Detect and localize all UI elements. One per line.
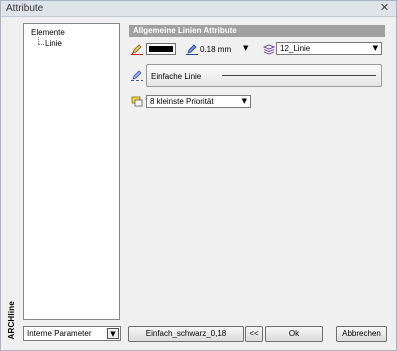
color-fill <box>149 46 173 52</box>
linestyle-preview <box>222 75 376 76</box>
element-tree: Elemente Linie <box>23 23 120 320</box>
tree-connector <box>38 37 39 44</box>
attribute-dialog: Attribute ✕ ARCHline Elemente Linie Allg… <box>0 0 397 351</box>
ok-button[interactable]: Ok <box>265 326 323 342</box>
tree-item-linie[interactable]: Linie <box>45 39 62 48</box>
parameter-set-select[interactable]: Interne Parameter ▼ <box>23 326 121 341</box>
parameter-set-value: Interne Parameter <box>27 329 92 338</box>
linestyle-label: Einfache Linie <box>151 72 202 81</box>
side-strip-label: ARCHline <box>7 300 16 340</box>
chevron-down-icon: ▼ <box>241 97 247 105</box>
priority-select[interactable]: 8 kleinste Priorität ▼ <box>146 95 251 108</box>
preset-button[interactable]: Einfach_schwarz_0,18 <box>128 326 244 342</box>
window-title: Attribute <box>6 3 44 14</box>
chevron-down-icon[interactable]: ▼ <box>243 44 248 52</box>
layers-icon <box>262 43 276 55</box>
side-strip: ARCHline <box>6 23 20 345</box>
layer-value: 12_Linie <box>280 44 311 53</box>
pen-width-icon <box>186 43 198 55</box>
tree-connector <box>38 44 44 45</box>
pencil-color-icon <box>131 43 143 55</box>
chevron-down-icon: ▼ <box>372 44 378 52</box>
chevron-down-icon: ▼ <box>107 328 119 339</box>
group-header: Allgemeine Linien Attribute <box>129 25 385 37</box>
cancel-button[interactable]: Abbrechen <box>336 326 387 342</box>
close-icon[interactable]: ✕ <box>378 2 391 15</box>
priority-value: 8 kleinste Priorität <box>150 97 214 106</box>
tree-item-elemente[interactable]: Elemente <box>31 28 65 37</box>
linestyle-button[interactable]: Einfache Linie <box>146 64 382 87</box>
title-bar[interactable]: Attribute ✕ <box>1 1 396 17</box>
pencil-style-icon <box>131 69 143 81</box>
priority-icon <box>131 95 143 107</box>
collapse-button[interactable]: << <box>245 326 263 342</box>
color-swatch[interactable] <box>146 43 176 55</box>
line-width-value[interactable]: 0.18 mm <box>200 45 231 54</box>
layer-select[interactable]: 12_Linie ▼ <box>276 42 382 55</box>
